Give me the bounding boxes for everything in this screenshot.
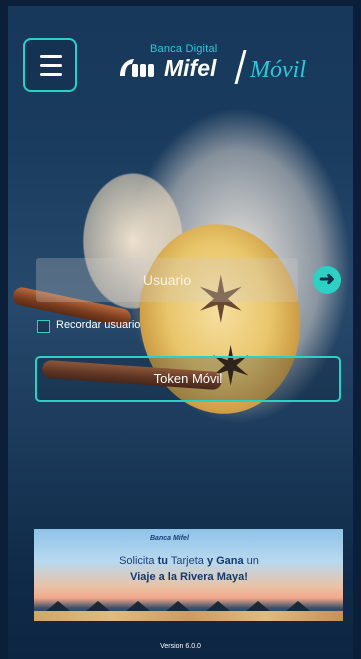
checkbox-icon[interactable] [37, 320, 50, 333]
bungalow-image [206, 601, 230, 611]
banner-text-part: un [243, 555, 259, 567]
banner-text: Solicita tu Tarjeta y Gana un Viaje a la… [104, 553, 274, 585]
bungalow-image [46, 601, 70, 611]
submit-button[interactable]: ➜ [313, 266, 341, 294]
version-label: Version 6.0.0 [160, 643, 201, 650]
username-input[interactable] [36, 258, 298, 302]
bungalow-image [126, 601, 150, 611]
hamburger-menu-icon [40, 55, 62, 58]
logo-subtitle: Banca Digital [150, 43, 218, 55]
logo-separator [234, 50, 247, 84]
arrow-right-icon: ➜ [319, 269, 335, 290]
banner-text-bold: tu [157, 555, 168, 567]
banner-text-bold: y Gana [206, 555, 244, 567]
bungalow-image [166, 601, 190, 611]
app-screen: ✶ ✶ Banca Digital Mifel Móvil ➜ Recordar… [8, 6, 353, 659]
token-movil-button[interactable]: Token Móvil [35, 356, 341, 402]
menu-button[interactable] [23, 38, 77, 92]
bungalow-image [286, 601, 310, 611]
hamburger-menu-icon [40, 73, 62, 76]
bungalow-image [86, 601, 110, 611]
mifel-logo-mark-icon [120, 59, 154, 77]
remember-user-label: Recordar usuario [56, 319, 141, 331]
promo-banner[interactable]: Banca Mifel Solicita tu Tarjeta y Gana u… [34, 529, 343, 621]
banner-text-part: Solicita [119, 555, 158, 567]
banner-logo: Banca Mifel [150, 535, 189, 542]
banner-text-part: Tarjeta [168, 555, 207, 567]
logo-movil: Móvil [250, 57, 306, 83]
app-logo: Banca Digital Mifel Móvil [118, 42, 323, 88]
banner-text-bold: Viaje a la Rivera Maya! [130, 571, 248, 583]
logo-brand: Mifel [164, 55, 217, 81]
bungalow-image [246, 601, 270, 611]
water-reflection [34, 611, 343, 621]
hamburger-menu-icon [40, 64, 62, 67]
